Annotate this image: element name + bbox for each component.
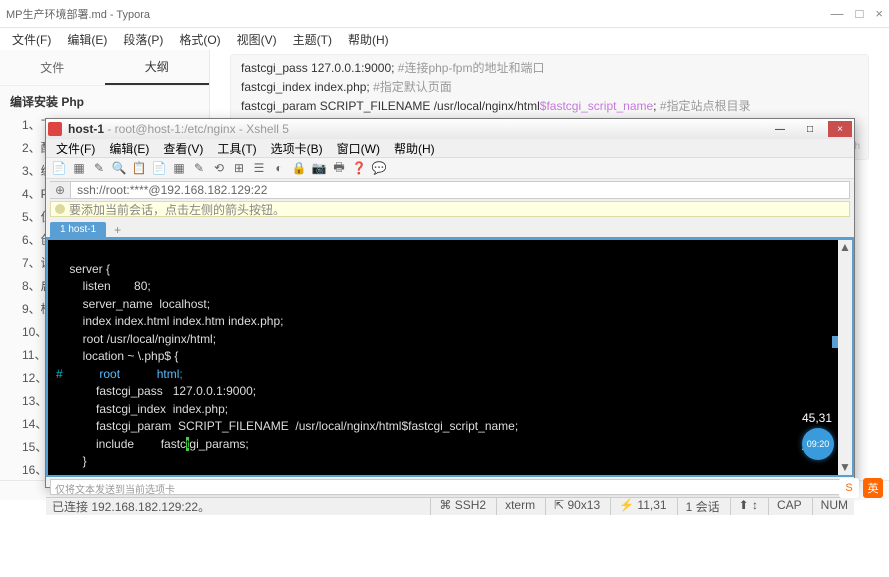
toolbar-icon[interactable]: 🔒 [292,161,306,175]
code-text: fastcgi_pass 127.0.0.1:9000; [241,61,398,75]
code-var: $fastcgi_script_name [540,99,653,113]
status-cell: xterm [496,498,535,515]
toolbar-icon[interactable]: 📋 [132,161,146,175]
xshell-titlebar[interactable]: host-1 - root@host-1:/etc/nginx - Xshell… [46,119,854,139]
toolbar-icon[interactable]: 📄 [52,161,66,175]
session-tab-host1[interactable]: 1 host-1 [50,222,106,237]
addr-text: ssh://root:****@192.168.182.129:22 [77,183,267,197]
typora-title-text: MP生产环境部署.md - Typora [6,6,150,22]
xshell-window: host-1 - root@host-1:/etc/nginx - Xshell… [45,118,855,488]
menu-item[interactable]: 文件(F) [6,29,57,50]
term-line: include fastc [56,437,186,451]
menu-item[interactable]: 编辑(E) [103,140,155,157]
menu-item[interactable]: 帮助(H) [342,29,395,50]
toolbar-icon[interactable]: 💬 [372,161,386,175]
xshell-toolbar: 📄 ▦ ✎ 🔍 📋 📄 ▦ ✎ ⟲ ⊞ ☰ ◐ 🔒 📷 🖶 ❓ 💬 [46,157,854,179]
menu-item[interactable]: 帮助(H) [388,140,441,157]
menu-item[interactable]: 格式(O) [173,29,226,50]
scrollbar[interactable]: ▲▼ [838,240,852,475]
toolbar-icon[interactable]: ⊞ [232,161,246,175]
addr-add-icon[interactable]: ⊕ [50,182,71,198]
status-cell: 1 会话 [677,498,720,515]
status-cell: ⬆ ↕ [730,498,758,515]
session-tabs: 1 host-1 + [46,219,854,237]
send-bar[interactable]: 仅将文本发送到当前选项卡 [50,479,850,495]
status-cell: ⇱ 90x13 [545,498,600,515]
term-keyword: root html [99,367,179,381]
term-line: index index.html index.htm index.php; [56,314,283,328]
xshell-title-sub: - root@host-1:/etc/nginx - Xshell 5 [104,122,289,136]
term-line: gi_params; [189,437,248,451]
xshell-title-text: host-1 - root@host-1:/etc/nginx - Xshell… [68,122,762,136]
menu-item[interactable]: 视图(V) [231,29,283,50]
tab-files[interactable]: 文件 [0,51,105,84]
close-button[interactable]: × [828,121,852,137]
toolbar-icon[interactable]: ▦ [172,161,186,175]
toolbar-icon[interactable]: ✎ [92,161,106,175]
new-tab-button[interactable]: + [108,223,127,237]
tab-outline[interactable]: 大纲 [105,50,210,85]
xshell-menubar: 文件(F)编辑(E)查看(V)工具(T)选项卡(B)窗口(W)帮助(H) [46,139,854,157]
code-comment: #指定默认页面 [373,80,452,94]
menu-item[interactable]: 主题(T) [287,29,338,50]
code-text: fastcgi_param SCRIPT_FILENAME /usr/local… [241,99,540,113]
toolbar-icon[interactable]: 🖶 [332,161,346,175]
menu-item[interactable]: 编辑(E) [61,29,113,50]
outline-item[interactable]: 编译安装 Php [0,90,209,113]
term-line: } [56,454,87,468]
tray-icon[interactable]: 英 [863,478,883,498]
maximize-button[interactable]: □ [798,121,822,137]
term-line: root /usr/local/nginx/html; [56,332,216,346]
toolbar-icon[interactable]: ❓ [352,161,366,175]
menu-item[interactable]: 窗口(W) [331,140,386,157]
typora-menubar: 文件(F)编辑(E)段落(P)格式(O)视图(V)主题(T)帮助(H) [0,28,889,50]
menu-item[interactable]: 段落(P) [117,29,169,50]
menu-item[interactable]: 选项卡(B) [265,140,329,157]
toolbar-icon[interactable]: ✎ [192,161,206,175]
code-text: fastcgi_index index.php; [241,80,373,94]
hint-text: 要添加当前会话，点击左侧的箭头按钮。 [69,201,285,218]
status-cell: CAP [768,498,802,515]
term-line: fastcgi_pass 127.0.0.1:9000; [56,384,256,398]
code-comment: #连接php-fpm的地址和端口 [398,61,545,75]
time-badge[interactable]: 09:20 [802,428,834,460]
status-cell: ⚡ 11,31 [610,498,666,515]
address-bar[interactable]: ⊕ ssh://root:****@192.168.182.129:22 [50,181,850,199]
toolbar-icon[interactable]: ▦ [72,161,86,175]
term-line: fastcgi_param SCRIPT_FILENAME /usr/local… [56,419,518,433]
toolbar-icon[interactable]: ⟲ [212,161,226,175]
toolbar-icon[interactable]: 📄 [152,161,166,175]
term-comment: # [56,367,99,381]
term-line: location ~ \.php$ { [56,349,178,363]
toolbar-icon[interactable]: ☰ [252,161,266,175]
toolbar-icon[interactable]: ◐ [272,161,286,175]
menu-item[interactable]: 工具(T) [211,140,262,157]
code-text: ; [653,99,660,113]
menu-item[interactable]: 查看(V) [157,140,209,157]
term-comment: ; [179,367,182,381]
toolbar-icon[interactable]: 🔍 [112,161,126,175]
info-icon [55,204,65,214]
term-line: server_name localhost; [56,297,210,311]
minimize-button[interactable]: — [768,121,792,137]
terminal[interactable]: server { listen 80; server_name localhos… [46,237,854,477]
status-cell: NUM [812,498,848,515]
cursor-pos: 45,31 [802,411,832,425]
typora-titlebar: MP生产环境部署.md - Typora — □ × [0,0,889,28]
minimize-icon[interactable]: — [831,7,844,20]
tray-icon[interactable]: S [839,478,859,498]
maximize-icon[interactable]: □ [856,7,864,20]
term-line: listen 80; [56,279,151,293]
close-icon[interactable]: × [875,7,883,20]
xshell-title-main: host-1 [68,122,104,136]
toolbar-icon[interactable]: 📷 [312,161,326,175]
hint-bar: 要添加当前会话，点击左侧的箭头按钮。 [50,201,850,217]
term-line: server { [56,262,110,276]
menu-item[interactable]: 文件(F) [50,140,101,157]
code-comment: #指定站点根目录 [660,99,751,113]
tray-icons: S英 [839,478,883,498]
xshell-app-icon [48,122,62,136]
status-cell: ⌘ SSH2 [430,498,486,515]
term-line: fastcgi_index index.php; [56,402,228,416]
